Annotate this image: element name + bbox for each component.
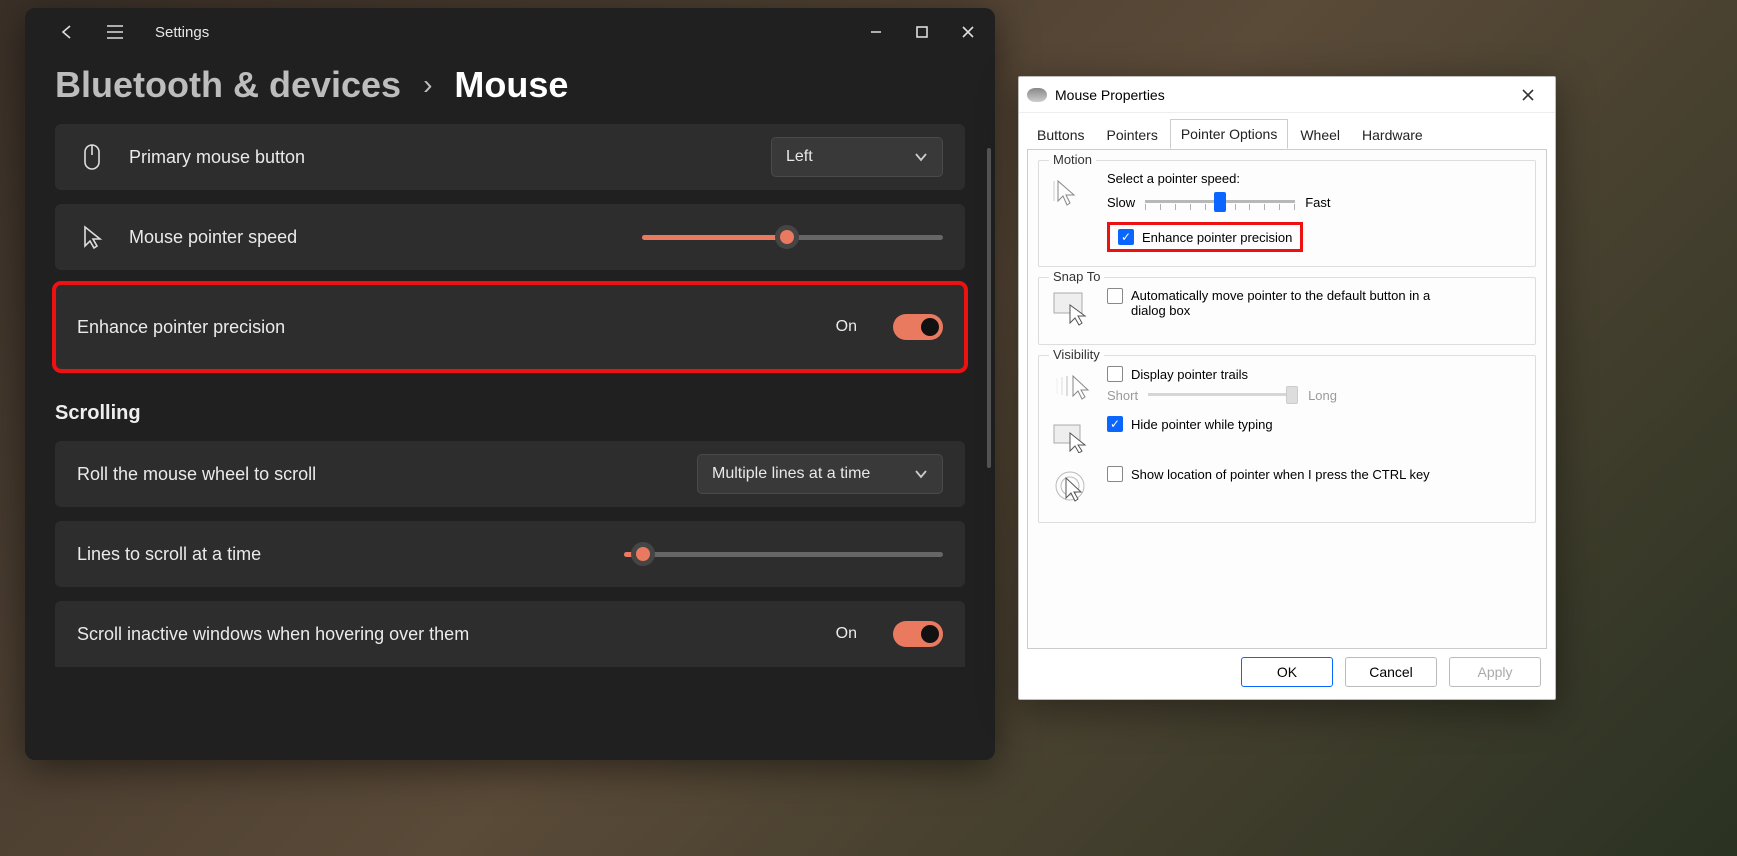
scroll-inactive-state: On bbox=[836, 625, 857, 643]
enhance-precision-highlight: ✓ Enhance pointer precision bbox=[1107, 222, 1303, 252]
motion-cursor-icon bbox=[1051, 171, 1093, 213]
breadcrumb-leaf: Mouse bbox=[454, 64, 568, 106]
apply-button: Apply bbox=[1449, 657, 1541, 687]
roll-wheel-row: Roll the mouse wheel to scroll Multiple … bbox=[55, 441, 965, 507]
checkbox-unchecked-icon bbox=[1107, 288, 1123, 304]
checkbox-unchecked-icon bbox=[1107, 466, 1123, 482]
lines-scroll-row: Lines to scroll at a time bbox=[55, 521, 965, 587]
hide-typing-checkbox[interactable]: ✓ Hide pointer while typing bbox=[1107, 416, 1273, 432]
chevron-down-icon bbox=[914, 469, 928, 479]
scrollbar[interactable] bbox=[987, 148, 991, 468]
snapto-checkbox[interactable]: Automatically move pointer to the defaul… bbox=[1107, 288, 1461, 318]
mouse-properties-dialog: Mouse Properties Buttons Pointers Pointe… bbox=[1018, 76, 1556, 700]
pointer-speed-slider[interactable] bbox=[642, 227, 943, 247]
scroll-inactive-row: Scroll inactive windows when hovering ov… bbox=[55, 601, 965, 667]
enhance-precision-checkbox[interactable]: ✓ Enhance pointer precision bbox=[1118, 229, 1292, 245]
enhance-precision-row: Enhance pointer precision On bbox=[55, 284, 965, 370]
roll-wheel-value: Multiple lines at a time bbox=[712, 465, 870, 483]
mouse-icon bbox=[77, 143, 107, 171]
pointer-speed-mp-slider[interactable]: Slow Fast bbox=[1107, 192, 1523, 212]
show-ctrl-label: Show location of pointer when I press th… bbox=[1131, 467, 1430, 482]
tab-hardware[interactable]: Hardware bbox=[1352, 121, 1433, 149]
pointer-speed-row: Mouse pointer speed bbox=[55, 204, 965, 270]
trails-checkbox[interactable]: Display pointer trails bbox=[1107, 366, 1523, 382]
checkbox-unchecked-icon bbox=[1107, 366, 1123, 382]
fast-label: Fast bbox=[1305, 195, 1330, 210]
tab-buttons[interactable]: Buttons bbox=[1027, 121, 1094, 149]
tab-wheel[interactable]: Wheel bbox=[1290, 121, 1350, 149]
roll-wheel-label: Roll the mouse wheel to scroll bbox=[77, 464, 316, 485]
visibility-group: Visibility Display pointer trails Short … bbox=[1038, 355, 1536, 523]
breadcrumb-parent[interactable]: Bluetooth & devices bbox=[55, 64, 401, 106]
snapto-group-title: Snap To bbox=[1049, 269, 1104, 284]
snapto-icon bbox=[1051, 288, 1093, 330]
close-button[interactable] bbox=[945, 14, 991, 50]
visibility-group-title: Visibility bbox=[1049, 347, 1104, 362]
minimize-button[interactable] bbox=[853, 14, 899, 50]
pointer-speed-label: Mouse pointer speed bbox=[129, 227, 297, 248]
show-ctrl-checkbox[interactable]: Show location of pointer when I press th… bbox=[1107, 466, 1430, 482]
hide-typing-label: Hide pointer while typing bbox=[1131, 417, 1273, 432]
checkbox-checked-icon: ✓ bbox=[1107, 416, 1123, 432]
mp-titlebar: Mouse Properties bbox=[1019, 77, 1555, 113]
lines-scroll-label: Lines to scroll at a time bbox=[77, 544, 261, 565]
show-ctrl-icon bbox=[1051, 466, 1093, 508]
motion-label: Select a pointer speed: bbox=[1107, 171, 1523, 186]
enhance-precision-toggle[interactable] bbox=[893, 314, 943, 340]
scroll-inactive-toggle[interactable] bbox=[893, 621, 943, 647]
slow-label: Slow bbox=[1107, 195, 1135, 210]
motion-group: Motion Select a pointer speed: Slow Fas bbox=[1038, 160, 1536, 267]
tab-pointer-options[interactable]: Pointer Options bbox=[1170, 119, 1289, 149]
breadcrumb: Bluetooth & devices › Mouse bbox=[25, 56, 995, 124]
maximize-button[interactable] bbox=[899, 14, 945, 50]
enhance-precision-label: Enhance pointer precision bbox=[77, 317, 285, 338]
primary-button-label: Primary mouse button bbox=[129, 147, 305, 168]
checkbox-checked-icon: ✓ bbox=[1118, 229, 1134, 245]
tab-pointers[interactable]: Pointers bbox=[1096, 121, 1167, 149]
roll-wheel-dropdown[interactable]: Multiple lines at a time bbox=[697, 454, 943, 494]
settings-window: Settings Bluetooth & devices › Mouse Pri… bbox=[25, 8, 995, 760]
cursor-icon bbox=[77, 224, 107, 250]
trails-icon bbox=[1051, 366, 1093, 408]
long-label: Long bbox=[1308, 388, 1337, 403]
enhance-precision-mp-label: Enhance pointer precision bbox=[1142, 230, 1292, 245]
mp-close-button[interactable] bbox=[1509, 81, 1547, 109]
settings-titlebar: Settings bbox=[25, 8, 995, 56]
mp-tabs: Buttons Pointers Pointer Options Wheel H… bbox=[1019, 113, 1555, 149]
trails-slider: Short Long bbox=[1107, 386, 1523, 404]
motion-group-title: Motion bbox=[1049, 152, 1096, 167]
short-label: Short bbox=[1107, 388, 1138, 403]
cancel-button[interactable]: Cancel bbox=[1345, 657, 1437, 687]
back-button[interactable] bbox=[47, 12, 87, 52]
breadcrumb-separator-icon: › bbox=[423, 69, 432, 101]
app-title: Settings bbox=[155, 24, 209, 41]
enhance-precision-state: On bbox=[836, 318, 857, 336]
primary-button-dropdown[interactable]: Left bbox=[771, 137, 943, 177]
chevron-down-icon bbox=[914, 152, 928, 162]
scroll-inactive-label: Scroll inactive windows when hovering ov… bbox=[77, 624, 469, 645]
lines-scroll-slider[interactable] bbox=[624, 544, 943, 564]
primary-button-row: Primary mouse button Left bbox=[55, 124, 965, 190]
snapto-group: Snap To Automatically move pointer to th… bbox=[1038, 277, 1536, 345]
mp-footer: OK Cancel Apply bbox=[1241, 657, 1541, 687]
ok-button[interactable]: OK bbox=[1241, 657, 1333, 687]
scrolling-heading: Scrolling bbox=[55, 384, 965, 427]
trails-label: Display pointer trails bbox=[1131, 367, 1248, 382]
hide-typing-icon bbox=[1051, 416, 1093, 458]
snapto-label: Automatically move pointer to the defaul… bbox=[1131, 288, 1461, 318]
primary-button-value: Left bbox=[786, 148, 813, 166]
mp-title: Mouse Properties bbox=[1055, 87, 1165, 103]
hamburger-menu-icon[interactable] bbox=[95, 12, 135, 52]
mouse-dialog-icon bbox=[1027, 88, 1047, 102]
